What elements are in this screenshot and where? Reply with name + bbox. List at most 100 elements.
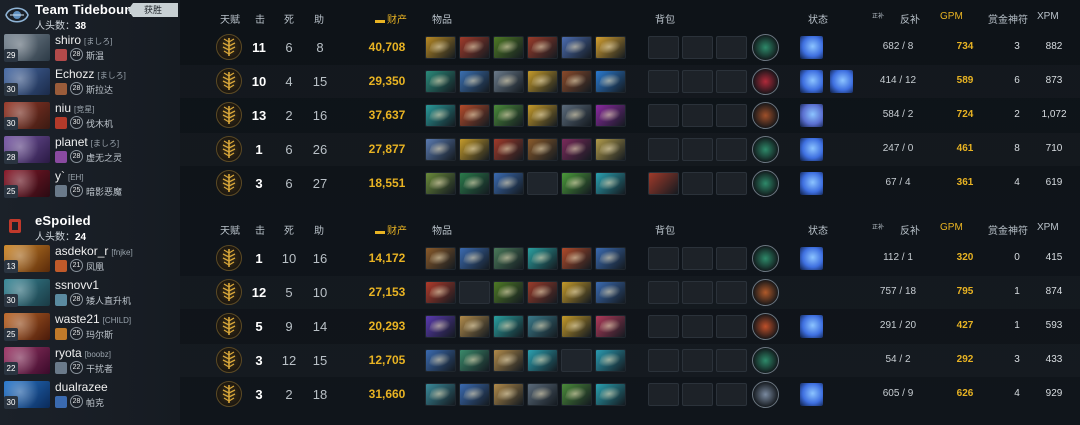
empty-backpack-slot[interactable] bbox=[648, 315, 679, 338]
header-backpack[interactable]: 背包 bbox=[655, 11, 675, 26]
header-runes[interactable]: 赏金神符 bbox=[988, 11, 1028, 26]
player-row[interactable]: 30 niu [竞星] 30 伐木机 bbox=[0, 99, 180, 132]
item-slot-icon[interactable] bbox=[561, 281, 592, 304]
player-name-text[interactable]: Echozz bbox=[55, 67, 94, 81]
neutral-item-icon[interactable] bbox=[752, 136, 779, 163]
talent-tree-icon[interactable] bbox=[216, 136, 242, 162]
status-buff-icon[interactable] bbox=[800, 315, 823, 338]
item-slot-icon[interactable] bbox=[595, 349, 626, 372]
header-items[interactable]: 物品 bbox=[432, 11, 452, 26]
item-slot-icon[interactable] bbox=[561, 70, 592, 93]
player-row[interactable]: 29 shiro [ましろ] 28 斯温 bbox=[0, 31, 180, 64]
empty-backpack-slot[interactable] bbox=[716, 138, 747, 161]
header-status[interactable]: 状态 bbox=[808, 222, 828, 237]
empty-backpack-slot[interactable] bbox=[648, 138, 679, 161]
status-buff-icon[interactable] bbox=[800, 172, 823, 195]
item-slot-icon[interactable] bbox=[561, 36, 592, 59]
player-name-text[interactable]: shiro bbox=[55, 33, 81, 47]
item-slot-icon[interactable] bbox=[493, 315, 524, 338]
item-slot-icon[interactable] bbox=[493, 138, 524, 161]
neutral-item-icon[interactable] bbox=[752, 279, 779, 306]
header-status[interactable]: 状态 bbox=[808, 11, 828, 26]
empty-backpack-slot[interactable] bbox=[716, 104, 747, 127]
item-slot-icon[interactable] bbox=[493, 383, 524, 406]
player-name[interactable]: ssnovv1 bbox=[55, 278, 99, 292]
empty-backpack-slot[interactable] bbox=[648, 247, 679, 270]
empty-item-slot[interactable] bbox=[561, 349, 592, 372]
empty-backpack-slot[interactable] bbox=[682, 247, 713, 270]
empty-backpack-slot[interactable] bbox=[648, 104, 679, 127]
empty-backpack-slot[interactable] bbox=[716, 349, 747, 372]
talent-tree-icon[interactable] bbox=[216, 102, 242, 128]
status-buff-icon[interactable] bbox=[800, 104, 823, 127]
empty-backpack-slot[interactable] bbox=[682, 349, 713, 372]
item-slot-icon[interactable] bbox=[527, 104, 558, 127]
talent-tree-icon[interactable] bbox=[216, 279, 242, 305]
item-slot-icon[interactable] bbox=[595, 383, 626, 406]
header-denies[interactable]: 反补 bbox=[900, 222, 920, 237]
empty-item-slot[interactable] bbox=[459, 281, 490, 304]
empty-backpack-slot[interactable] bbox=[682, 315, 713, 338]
item-slot-icon[interactable] bbox=[425, 247, 456, 270]
item-slot-icon[interactable] bbox=[493, 281, 524, 304]
item-slot-icon[interactable] bbox=[595, 172, 626, 195]
player-name-text[interactable]: niu bbox=[55, 101, 71, 115]
status-buff-icon[interactable] bbox=[800, 138, 823, 161]
empty-backpack-slot[interactable] bbox=[716, 281, 747, 304]
header-talent[interactable]: 天赋 bbox=[220, 11, 240, 26]
player-name-text[interactable]: ssnovv1 bbox=[55, 278, 99, 292]
header-kills[interactable]: 击 bbox=[255, 11, 265, 26]
player-row[interactable]: 13 asdekor_r [fnjke] 21 凤凰 bbox=[0, 242, 180, 275]
empty-backpack-slot[interactable] bbox=[682, 383, 713, 406]
header-assists[interactable]: 助 bbox=[314, 222, 324, 237]
item-slot-icon[interactable] bbox=[425, 70, 456, 93]
empty-backpack-slot[interactable] bbox=[648, 281, 679, 304]
empty-backpack-slot[interactable] bbox=[648, 383, 679, 406]
empty-backpack-slot[interactable] bbox=[716, 247, 747, 270]
item-slot-icon[interactable] bbox=[527, 349, 558, 372]
status-buff-icon[interactable] bbox=[800, 247, 823, 270]
item-slot-icon[interactable] bbox=[425, 349, 456, 372]
item-slot-icon[interactable] bbox=[595, 36, 626, 59]
player-row[interactable]: 25 y` [EH] 25 暗影恶魔 bbox=[0, 167, 180, 200]
item-slot-icon[interactable] bbox=[527, 281, 558, 304]
player-name-text[interactable]: waste21 bbox=[55, 312, 100, 326]
player-row[interactable]: 30 ssnovv1 28 矮人直升机 bbox=[0, 276, 180, 309]
item-slot-icon[interactable] bbox=[595, 70, 626, 93]
header-talent[interactable]: 天赋 bbox=[220, 222, 240, 237]
item-slot-icon[interactable] bbox=[459, 349, 490, 372]
item-slot-icon[interactable] bbox=[459, 247, 490, 270]
item-slot-icon[interactable] bbox=[459, 172, 490, 195]
player-row[interactable]: 25 waste21 [CHILD] 25 玛尔斯 bbox=[0, 310, 180, 343]
talent-tree-icon[interactable] bbox=[216, 170, 242, 196]
player-name[interactable]: planet [ましろ] bbox=[55, 135, 119, 149]
player-row[interactable]: 22 ryota [boobz] 22 干扰者 bbox=[0, 344, 180, 377]
player-name-text[interactable]: y` bbox=[55, 169, 65, 183]
item-slot-icon[interactable] bbox=[561, 383, 592, 406]
item-slot-icon[interactable] bbox=[425, 172, 456, 195]
player-name[interactable]: ryota [boobz] bbox=[55, 346, 111, 360]
item-slot-icon[interactable] bbox=[493, 349, 524, 372]
player-name[interactable]: y` [EH] bbox=[55, 169, 84, 183]
item-slot-icon[interactable] bbox=[493, 104, 524, 127]
item-slot-icon[interactable] bbox=[595, 315, 626, 338]
item-slot-icon[interactable] bbox=[595, 281, 626, 304]
empty-backpack-slot[interactable] bbox=[716, 70, 747, 93]
neutral-item-icon[interactable] bbox=[752, 170, 779, 197]
header-denies[interactable]: 反补 bbox=[900, 11, 920, 26]
item-slot-icon[interactable] bbox=[459, 383, 490, 406]
player-name-text[interactable]: planet bbox=[55, 135, 88, 149]
header-runes[interactable]: 赏金神符 bbox=[988, 222, 1028, 237]
header-deaths[interactable]: 死 bbox=[284, 222, 294, 237]
item-slot-icon[interactable] bbox=[425, 315, 456, 338]
neutral-item-icon[interactable] bbox=[752, 34, 779, 61]
item-slot-icon[interactable] bbox=[595, 138, 626, 161]
item-slot-icon[interactable] bbox=[527, 315, 558, 338]
item-slot-icon[interactable] bbox=[561, 104, 592, 127]
neutral-item-icon[interactable] bbox=[752, 245, 779, 272]
item-slot-icon[interactable] bbox=[493, 70, 524, 93]
item-slot-icon[interactable] bbox=[595, 247, 626, 270]
item-slot-icon[interactable] bbox=[425, 104, 456, 127]
player-name-text[interactable]: ryota bbox=[55, 346, 82, 360]
empty-backpack-slot[interactable] bbox=[682, 104, 713, 127]
